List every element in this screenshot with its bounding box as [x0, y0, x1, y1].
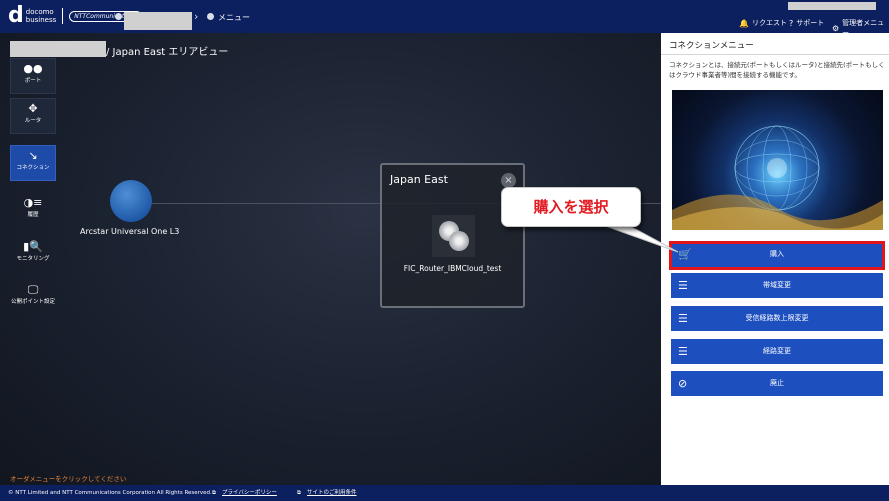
help-icon: ?: [789, 18, 794, 28]
region-title: Japan East: [390, 173, 448, 186]
breadcrumb-dot-icon: [207, 13, 214, 20]
breadcrumb-redacted: [124, 12, 192, 30]
bell-icon: 🔔: [739, 18, 749, 28]
area-title: / Japan East エリアビュー: [106, 47, 229, 58]
prohibit-icon: ⊘: [678, 377, 688, 390]
globe-illustration: [672, 125, 883, 230]
panel-description: コネクションとは、接続元(ポートもしくはルータ)と接続先(ポートもしくはクラウド…: [669, 61, 885, 79]
breadcrumb-dot-icon: [115, 13, 122, 20]
purchase-highlight-frame: [669, 241, 885, 270]
network-globe-image: [672, 90, 883, 230]
callout-select-purchase: 購入を選択: [501, 187, 641, 227]
sidebar-item-public-point[interactable]: 🖵 公開ポイント設定: [10, 280, 56, 316]
order-hint: オーダメニューをクリックしてください: [10, 475, 127, 483]
monitor-icon: 🖵: [27, 283, 39, 296]
router-label: FIC_Router_IBMCloud_test: [403, 264, 502, 273]
panel-title: コネクションメニュー: [669, 41, 754, 51]
sliders-icon: ☰: [678, 312, 688, 325]
privacy-policy-link[interactable]: プライバシーポリシー: [222, 485, 277, 501]
connection-icon: ↘: [28, 149, 38, 162]
terminate-button[interactable]: ⊘ 廃止: [671, 371, 883, 396]
monitoring-icon: ▮🔍: [23, 240, 43, 253]
brand-line2: business: [25, 16, 57, 24]
external-link-icon: ⧉: [212, 490, 216, 496]
region-box-japan-east[interactable]: Japan East × FIC_Router_IBMCloud_test: [380, 163, 525, 308]
footer: © NTT Limited and NTT Communications Cor…: [0, 485, 889, 501]
gear-icon: ⚙: [832, 23, 840, 33]
router-icon[interactable]: [432, 215, 475, 257]
globe-icon[interactable]: [110, 180, 152, 222]
user-redacted: [788, 2, 876, 10]
chevron-right-icon: ›: [194, 10, 199, 23]
top-header: d docomo business NTTCommunications › メニ…: [0, 0, 889, 37]
route-change-button[interactable]: ☰ 経路変更: [671, 339, 883, 364]
sidebar-item-history[interactable]: ◑≡ 履歴: [10, 193, 56, 229]
close-icon[interactable]: ×: [501, 173, 516, 188]
nav-request[interactable]: 🔔 リクエスト: [739, 18, 787, 28]
copyright: © NTT Limited and NTT Communications Cor…: [8, 490, 212, 496]
breadcrumb-menu[interactable]: メニュー: [218, 12, 250, 23]
area-view-canvas[interactable]: / Japan East エリアビュー ●● ポート ✥ ルータ ↘ コネクショ…: [0, 33, 661, 485]
sidebar-item-monitoring[interactable]: ▮🔍 モニタリング: [10, 237, 56, 273]
external-link-icon: ⧉: [297, 490, 301, 496]
route-limit-change-button[interactable]: ☰ 受信経路数上限変更: [671, 306, 883, 331]
nav-support[interactable]: ? サポート: [789, 18, 824, 28]
brand-line1: docomo: [25, 8, 54, 16]
sidebar-item-connection[interactable]: ↘ コネクション: [10, 145, 56, 181]
terms-link[interactable]: サイトのご利用条件: [307, 485, 357, 501]
bandwidth-change-button[interactable]: ☰ 帯域変更: [671, 273, 883, 298]
sidebar-item-port[interactable]: ●● ポート: [10, 58, 56, 94]
history-icon: ◑≡: [23, 196, 43, 209]
area-title-redacted: [10, 41, 106, 57]
globe-label: Arcstar Universal One L3: [80, 227, 180, 236]
sidebar-item-router[interactable]: ✥ ルータ: [10, 98, 56, 134]
logo-divider: [62, 8, 64, 24]
sliders-icon: ☰: [678, 345, 688, 358]
sliders-icon: ☰: [678, 279, 688, 292]
port-icon: ●●: [23, 62, 43, 75]
logo-mark: d: [8, 3, 24, 28]
router-icon: ✥: [28, 102, 38, 115]
panel-divider: [661, 54, 889, 55]
